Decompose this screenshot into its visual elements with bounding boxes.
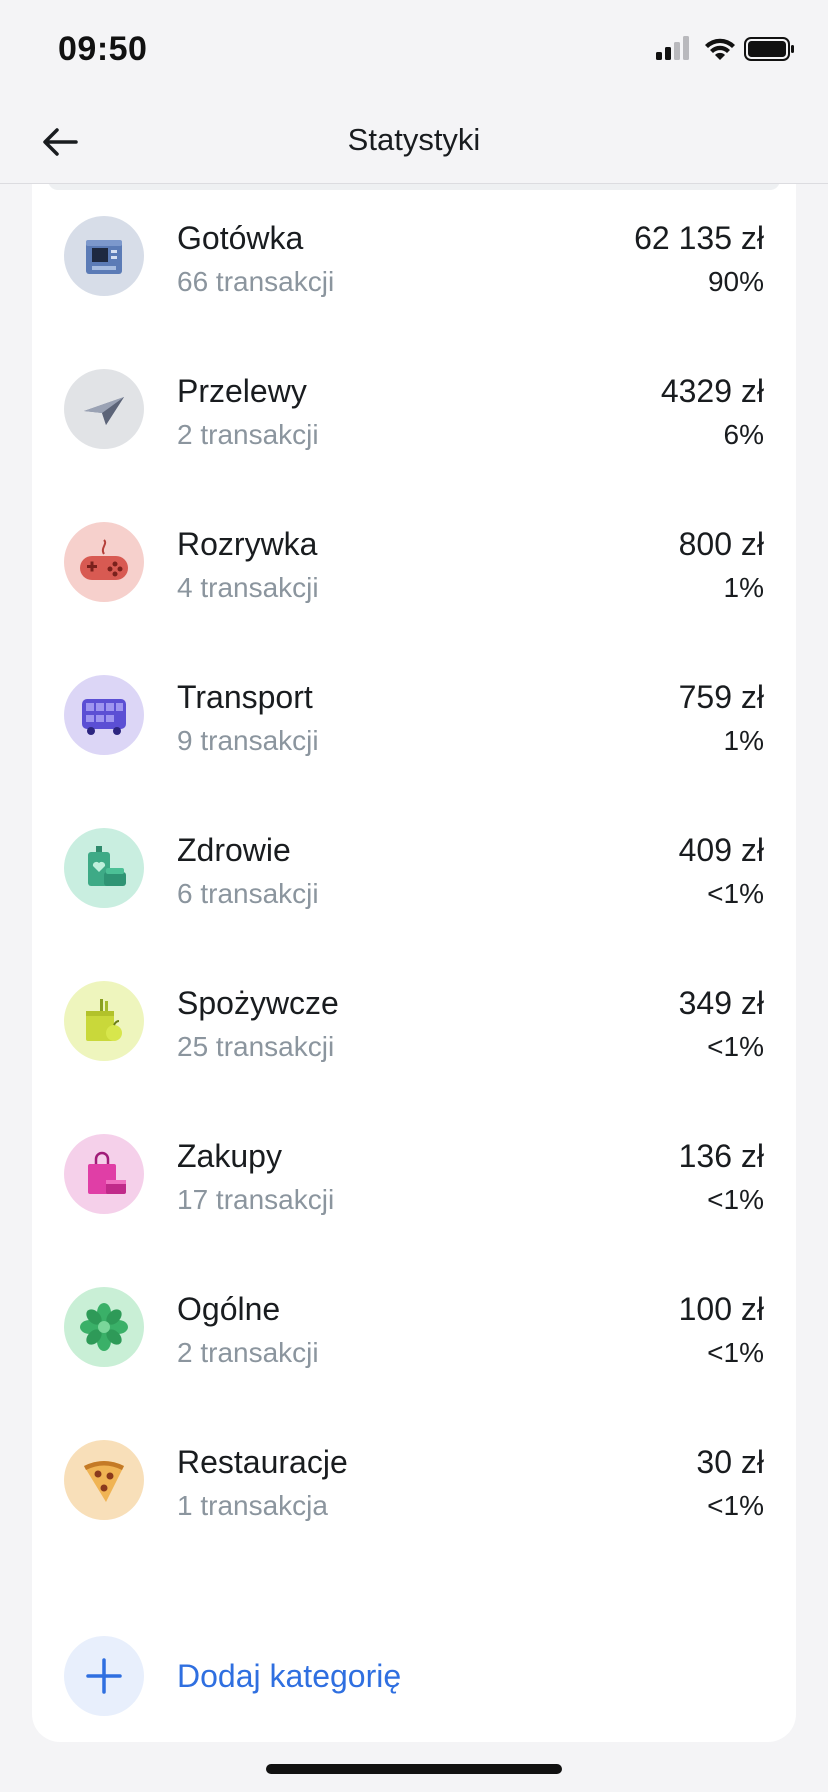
paper-plane-icon: [64, 369, 144, 449]
home-indicator: [266, 1764, 562, 1774]
add-category-button[interactable]: Dodaj kategorię: [32, 1616, 796, 1736]
category-name: Zakupy: [177, 1138, 282, 1174]
category-name: Przelewy: [177, 373, 307, 409]
category-percent: 1%: [723, 725, 764, 756]
category-amount: 409 zł: [678, 832, 764, 868]
category-percent: 6%: [723, 419, 764, 450]
atm-icon: [64, 216, 144, 296]
grocery-bag-icon: [64, 981, 144, 1061]
transaction-count: 25 transakcji: [177, 1031, 335, 1062]
category-percent: <1%: [707, 1031, 764, 1062]
category-percent: <1%: [707, 1337, 764, 1368]
category-percent: <1%: [707, 878, 764, 909]
category-percent: <1%: [707, 1184, 764, 1215]
shopping-bag-icon: [64, 1134, 144, 1214]
category-name: Transport: [177, 679, 313, 715]
transaction-count: 4 transakcji: [177, 572, 319, 603]
signal-icon: [656, 36, 689, 60]
category-name: Gotówka: [177, 220, 304, 256]
category-amount: 800 zł: [678, 526, 764, 562]
category-row[interactable]: Rozrywka 4 transakcji 800 zł 1%: [32, 486, 796, 639]
category-row[interactable]: Zdrowie 6 transakcji 409 zł <1%: [32, 792, 796, 945]
transaction-count: 66 transakcji: [177, 266, 335, 297]
transaction-count: 9 transakcji: [177, 725, 319, 756]
category-percent: <1%: [707, 1490, 764, 1521]
transaction-count: 6 transakcji: [177, 878, 319, 909]
flower-icon: [64, 1287, 144, 1367]
battery-icon: [744, 37, 794, 61]
category-row[interactable]: Zakupy 17 transakcji 136 zł <1%: [32, 1098, 796, 1251]
transaction-count: 1 transakcja: [177, 1490, 328, 1521]
category-row[interactable]: Spożywcze 25 transakcji 349 zł <1%: [32, 945, 796, 1098]
category-percent: 90%: [707, 266, 764, 297]
category-name: Ogólne: [177, 1291, 281, 1327]
category-amount: 30 zł: [696, 1444, 764, 1480]
plus-icon: [64, 1636, 144, 1716]
transaction-count: 2 transakcji: [177, 1337, 319, 1368]
category-row[interactable]: Przelewy 2 transakcji 4329 zł 6%: [32, 333, 796, 486]
category-row[interactable]: Gotówka 66 transakcji 62 135 zł 90%: [32, 180, 796, 333]
status-time: 09:50: [58, 30, 148, 68]
category-amount: 4329 zł: [660, 373, 764, 409]
category-row[interactable]: Transport 9 transakcji 759 zł 1%: [32, 639, 796, 792]
status-bar: 09:50: [0, 0, 828, 100]
category-name: Zdrowie: [177, 832, 291, 868]
category-amount: 100 zł: [678, 1291, 764, 1327]
category-amount: 136 zł: [678, 1138, 764, 1174]
category-amount: 759 zł: [678, 679, 764, 715]
transaction-count: 2 transakcji: [177, 419, 319, 450]
status-icons: [654, 34, 794, 64]
add-category-label: Dodaj kategorię: [177, 1658, 402, 1694]
health-bottle-icon: [64, 828, 144, 908]
bus-icon: [64, 675, 144, 755]
category-amount: 62 135 zł: [634, 220, 764, 256]
gamepad-icon: [64, 522, 144, 602]
categories-card: Gotówka 66 transakcji 62 135 zł 90% Prze…: [32, 180, 796, 1742]
category-row[interactable]: Ogólne 2 transakcji 100 zł <1%: [32, 1251, 796, 1404]
category-name: Restauracje: [177, 1444, 348, 1480]
category-percent: 1%: [723, 572, 764, 603]
transaction-count: 17 transakcji: [177, 1184, 335, 1215]
nav-bar: Statystyki: [0, 100, 828, 184]
category-row[interactable]: Restauracje 1 transakcja 30 zł <1%: [32, 1404, 796, 1557]
page-title: Statystyki: [347, 122, 481, 157]
category-name: Rozrywka: [177, 526, 318, 562]
category-name: Spożywcze: [177, 985, 339, 1021]
category-amount: 349 zł: [678, 985, 764, 1021]
pizza-icon: [64, 1440, 144, 1520]
wifi-icon: [705, 38, 735, 60]
